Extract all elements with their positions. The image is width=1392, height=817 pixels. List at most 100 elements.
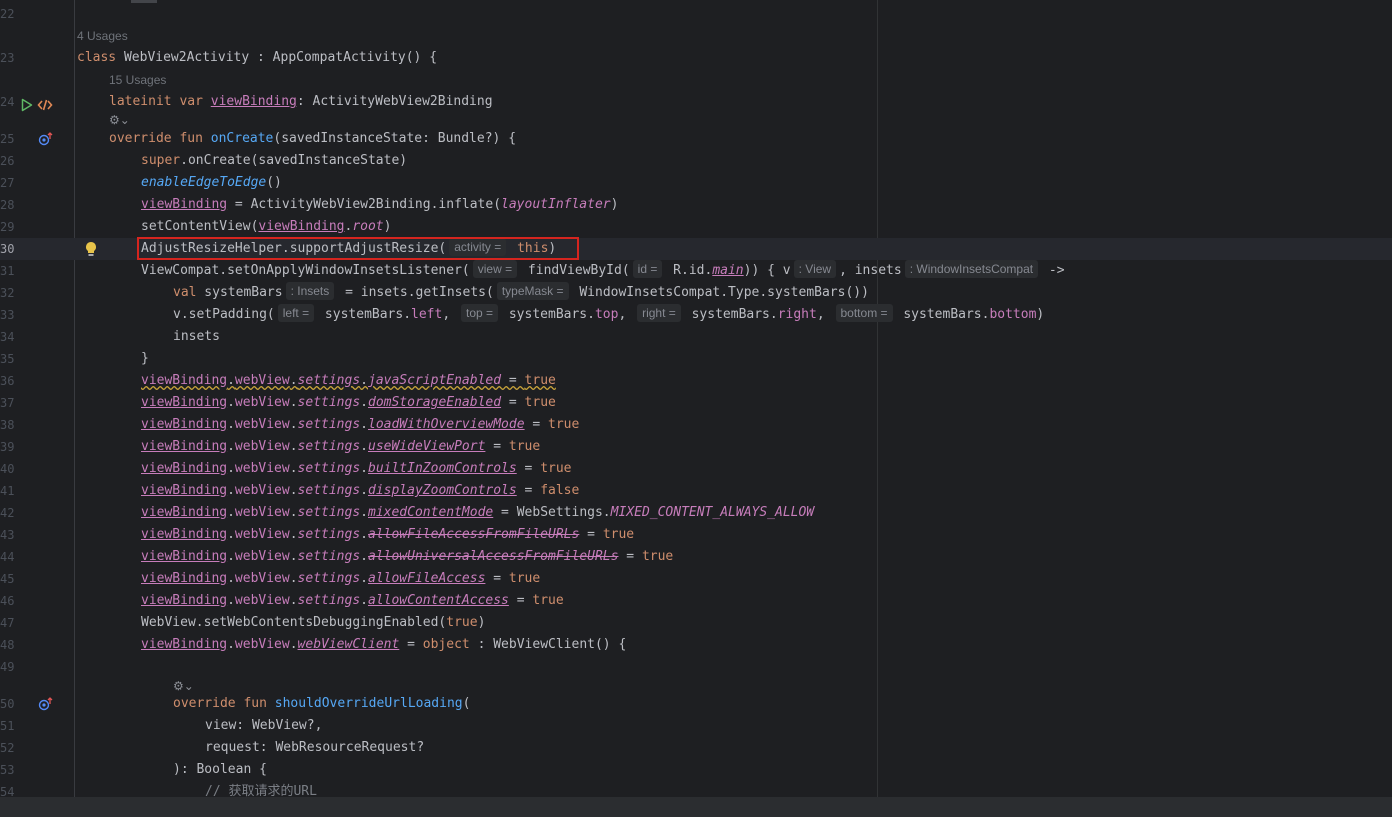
line-number: 25 xyxy=(0,132,15,146)
code-text: super.onCreate(savedInstanceState) xyxy=(141,153,408,168)
code-text: } xyxy=(141,351,149,366)
code-line-44[interactable]: 44 viewBinding.webView.settings.allowUni… xyxy=(0,546,1392,568)
param-hint: typeMask = xyxy=(496,282,569,300)
code-line-31[interactable]: 31 ViewCompat.setOnApplyWindowInsetsList… xyxy=(0,260,1392,282)
code-line-38[interactable]: 38 viewBinding.webView.settings.loadWith… xyxy=(0,414,1392,436)
code-line-41[interactable]: 41 viewBinding.webView.settings.displayZ… xyxy=(0,480,1392,502)
code-text: insets xyxy=(173,329,220,344)
code-line-22[interactable]: 22 xyxy=(0,3,1392,25)
code-line-43[interactable]: 43 viewBinding.webView.settings.allowFil… xyxy=(0,524,1392,546)
code-text: viewBinding.webView.settings.allowFileAc… xyxy=(141,527,635,542)
code-text: override fun onCreate(savedInstanceState… xyxy=(109,131,517,146)
code-line-51[interactable]: 51 view: WebView?, xyxy=(0,715,1392,737)
code-line-47[interactable]: 47 WebView.setWebContentsDebuggingEnable… xyxy=(0,612,1392,634)
code-text: viewBinding = ActivityWebView2Binding.in… xyxy=(141,197,619,212)
code-line-29[interactable]: 29 setContentView(viewBinding.root) xyxy=(0,216,1392,238)
line-number: 54 xyxy=(0,785,15,797)
horizontal-scrollbar[interactable] xyxy=(0,797,1392,817)
code-text: viewBinding.webView.settings.javaScriptE… xyxy=(141,373,556,388)
code-line-54[interactable]: 54 // 获取请求的URL xyxy=(0,781,1392,797)
code-text: viewBinding.webView.settings.displayZoom… xyxy=(141,483,580,498)
code-text: viewBinding.webView.settings.domStorageE… xyxy=(141,395,556,410)
param-hint: view = xyxy=(472,260,518,278)
code-line-25[interactable]: 25 override fun onCreate(savedInstanceSt… xyxy=(0,128,1392,150)
code-editor[interactable]: 22 4 Usages 23 class WebView2Activity : … xyxy=(0,0,1392,797)
code-text: request: WebResourceRequest? xyxy=(205,740,425,755)
code-line-26[interactable]: 26 super.onCreate(savedInstanceState) xyxy=(0,150,1392,172)
line-number: 26 xyxy=(0,154,15,168)
usages-hint[interactable]: 4 Usages xyxy=(77,28,128,44)
type-hint: : View xyxy=(793,260,837,278)
code-text: viewBinding.webView.settings.allowConten… xyxy=(141,593,564,608)
code-text: view: WebView?, xyxy=(205,718,323,733)
code-line-27[interactable]: 27 enableEdgeToEdge() xyxy=(0,172,1392,194)
code-line-53[interactable]: 53 ): Boolean { xyxy=(0,759,1392,781)
override-icon[interactable] xyxy=(38,697,54,711)
code-line-37[interactable]: 37 viewBinding.webView.settings.domStora… xyxy=(0,392,1392,414)
code-line-40[interactable]: 40 viewBinding.webView.settings.builtInZ… xyxy=(0,458,1392,480)
override-icon[interactable] xyxy=(38,132,54,146)
code-line-45[interactable]: 45 viewBinding.webView.settings.allowFil… xyxy=(0,568,1392,590)
line-number: 52 xyxy=(0,741,15,755)
line-number: 35 xyxy=(0,352,15,366)
code-line-42[interactable]: 42 viewBinding.webView.settings.mixedCon… xyxy=(0,502,1392,524)
param-hint: bottom = xyxy=(835,304,893,322)
code-text: viewBinding.webView.settings.allowUniver… xyxy=(141,549,674,564)
line-number: 33 xyxy=(0,308,15,322)
code-text: ViewCompat.setOnApplyWindowInsetsListene… xyxy=(141,260,1065,278)
intention-bulb-icon[interactable] xyxy=(84,241,98,257)
line-number: 44 xyxy=(0,550,15,564)
ai-sparkle-icon[interactable]: ⚙⌄ xyxy=(109,113,130,127)
line-number: 23 xyxy=(0,51,15,65)
code-text: viewBinding.webView.settings.useWideView… xyxy=(141,439,541,454)
code-line-49[interactable]: 49 xyxy=(0,656,1392,678)
line-number: 30 xyxy=(0,242,15,256)
line-number: 48 xyxy=(0,638,15,652)
code-line-50[interactable]: 50 override fun shouldOverrideUrlLoading… xyxy=(0,693,1392,715)
code-line-28[interactable]: 28 viewBinding = ActivityWebView2Binding… xyxy=(0,194,1392,216)
line-number: 38 xyxy=(0,418,15,432)
line-number: 31 xyxy=(0,264,15,278)
line-number: 47 xyxy=(0,616,15,630)
code-text: v.setPadding(left = systemBars.left, top… xyxy=(173,304,1045,322)
code-line-23[interactable]: 23 class WebView2Activity : AppCompatAct… xyxy=(0,47,1392,112)
code-line-35[interactable]: 35 } xyxy=(0,348,1392,370)
param-hint: right = xyxy=(637,304,681,322)
code-text: viewBinding.webView.webViewClient = obje… xyxy=(141,637,627,652)
code-line-24[interactable]: 24 lateinit var viewBinding: ActivityWeb… xyxy=(0,91,1392,113)
type-hint: : WindowInsetsCompat xyxy=(904,260,1039,278)
line-number: 40 xyxy=(0,462,15,476)
line-number: 49 xyxy=(0,660,15,674)
usages-hint[interactable]: 15 Usages xyxy=(109,72,166,88)
param-hint: top = xyxy=(461,304,499,322)
code-comment: // 获取请求的URL xyxy=(205,784,317,797)
param-hint: id = xyxy=(632,260,663,278)
code-line-32[interactable]: 32 val systemBars: Insets = insets.getIn… xyxy=(0,282,1392,304)
line-number: 39 xyxy=(0,440,15,454)
type-hint: : Insets xyxy=(285,282,335,300)
line-number: 53 xyxy=(0,763,15,777)
line-number: 41 xyxy=(0,484,15,498)
line-number: 22 xyxy=(0,7,15,21)
line-number: 29 xyxy=(0,220,15,234)
code-line-48[interactable]: 48 viewBinding.webView.webViewClient = o… xyxy=(0,634,1392,656)
code-text: viewBinding.webView.settings.builtInZoom… xyxy=(141,461,572,476)
code-text: override fun shouldOverrideUrlLoading( xyxy=(173,696,471,711)
line-number: 50 xyxy=(0,697,15,711)
code-line-36[interactable]: 36 viewBinding.webView.settings.javaScri… xyxy=(0,370,1392,392)
line-number: 24 xyxy=(0,95,15,109)
code-line-39[interactable]: 39 viewBinding.webView.settings.useWideV… xyxy=(0,436,1392,458)
ai-sparkle-icon[interactable]: ⚙⌄ xyxy=(173,679,194,693)
line-number: 32 xyxy=(0,286,15,300)
line-number: 43 xyxy=(0,528,15,542)
code-text: setContentView(viewBinding.root) xyxy=(141,219,392,234)
line-number: 27 xyxy=(0,176,15,190)
code-line-52[interactable]: 52 request: WebResourceRequest? xyxy=(0,737,1392,759)
line-number: 45 xyxy=(0,572,15,586)
code-line-34[interactable]: 34 insets xyxy=(0,326,1392,348)
code-line-46[interactable]: 46 viewBinding.webView.settings.allowCon… xyxy=(0,590,1392,612)
code-text: val systemBars: Insets = insets.getInset… xyxy=(173,282,869,300)
code-text: ): Boolean { xyxy=(173,762,267,777)
code-text: viewBinding.webView.settings.allowFileAc… xyxy=(141,571,541,586)
code-line-33[interactable]: 33 v.setPadding(left = systemBars.left, … xyxy=(0,304,1392,326)
